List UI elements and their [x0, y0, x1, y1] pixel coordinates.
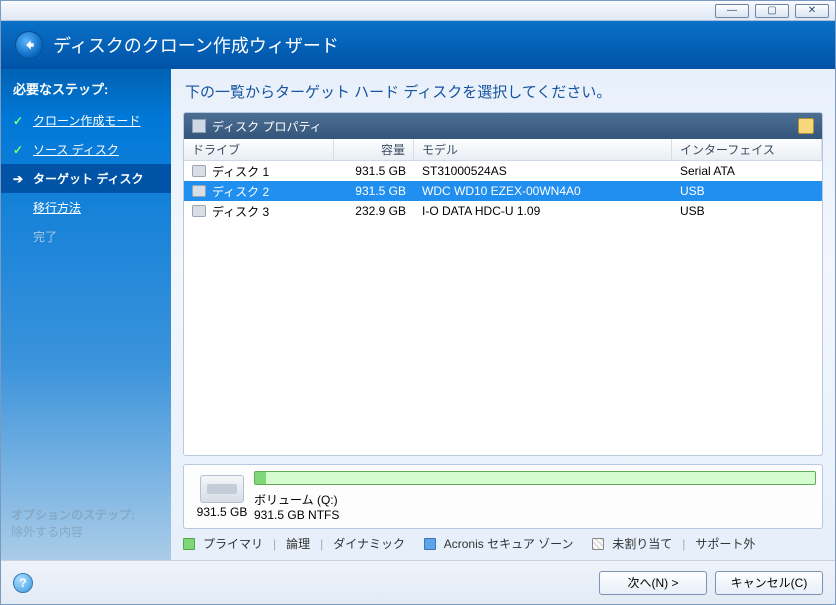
grid-header: ドライブ 容量 モデル インターフェイス: [184, 139, 822, 161]
col-model[interactable]: モデル: [414, 139, 672, 160]
header: ディスクのクローン作成ウィザード: [1, 21, 835, 69]
col-capacity[interactable]: 容量: [334, 139, 414, 160]
sidebar-title: 必要なステップ:: [1, 69, 171, 106]
cell-drive: ディスク 2: [212, 183, 269, 200]
properties-icon: [192, 119, 206, 133]
disk-properties-panel: ディスク プロパティ ドライブ 容量 モデル インターフェイス ディスク 1 9…: [183, 112, 823, 456]
optional-steps-item: 除外する内容: [11, 523, 161, 540]
legend-acronis-icon: [424, 538, 436, 550]
back-button[interactable]: [15, 31, 43, 59]
minimize-button[interactable]: —: [715, 4, 749, 18]
cell-capacity: 931.5 GB: [334, 161, 414, 181]
cancel-button[interactable]: キャンセル(C): [715, 571, 823, 595]
cell-drive: ディスク 3: [212, 203, 269, 220]
step-label: 完了: [33, 228, 57, 245]
legend-logical: 論理: [286, 535, 310, 552]
checkmark-icon: ✓: [13, 143, 27, 157]
legend-dynamic: ダイナミック: [333, 535, 405, 552]
partition-panel: 931.5 GB ボリューム (Q:) 931.5 GB NTFS: [183, 464, 823, 529]
cell-interface: USB: [672, 201, 822, 221]
cell-capacity: 232.9 GB: [334, 201, 414, 221]
cell-interface: Serial ATA: [672, 161, 822, 181]
table-row[interactable]: ディスク 1 931.5 GB ST31000524AS Serial ATA: [184, 161, 822, 181]
volume-detail: 931.5 GB NTFS: [254, 508, 816, 522]
volume-bar[interactable]: [254, 471, 816, 485]
sidebar: 必要なステップ: ✓ クローン作成モード ✓ ソース ディスク ➔ ターゲット …: [1, 69, 171, 560]
step-migration-method[interactable]: 移行方法: [1, 193, 171, 222]
help-button[interactable]: ?: [13, 573, 33, 593]
col-interface[interactable]: インターフェイス: [672, 139, 822, 160]
disk-icon: [192, 185, 206, 197]
main-content: 下の一覧からターゲット ハード ディスクを選択してください。 ディスク プロパテ…: [171, 69, 835, 560]
step-finish: 完了: [1, 222, 171, 251]
cell-model: ST31000524AS: [414, 161, 672, 181]
legend-primary: プライマリ: [203, 535, 263, 552]
col-drive[interactable]: ドライブ: [184, 139, 334, 160]
wizard-title: ディスクのクローン作成ウィザード: [53, 32, 339, 58]
maximize-button[interactable]: ▢: [755, 4, 789, 18]
optional-steps-title: オプションのステップ:: [11, 506, 161, 523]
disk-icon: [192, 205, 206, 217]
legend-unalloc-icon: [592, 538, 604, 550]
footer: ? 次へ(N) > キャンセル(C): [1, 560, 835, 604]
cell-model: WDC WD10 EZEX-00WN4A0: [414, 181, 672, 201]
step-label: クローン作成モード: [33, 112, 140, 129]
partition-disk-icon-area: 931.5 GB: [190, 475, 254, 519]
arrow-left-icon: [22, 38, 36, 52]
cell-model: I-O DATA HDC-U 1.09: [414, 201, 672, 221]
arrow-right-icon: ➔: [13, 172, 27, 186]
hard-disk-icon: [200, 475, 244, 503]
close-button[interactable]: ✕: [795, 4, 829, 18]
titlebar: — ▢ ✕: [1, 1, 835, 21]
table-row[interactable]: ディスク 3 232.9 GB I-O DATA HDC-U 1.09 USB: [184, 201, 822, 221]
legend-acronis: Acronis セキュア ゾーン: [444, 535, 574, 552]
next-button[interactable]: 次へ(N) >: [599, 571, 707, 595]
cell-drive: ディスク 1: [212, 163, 269, 180]
checkmark-icon: ✓: [13, 114, 27, 128]
disk-icon: [192, 165, 206, 177]
volume-label: ボリューム (Q:): [254, 491, 816, 508]
partition-total: 931.5 GB: [190, 505, 254, 519]
grid-body: ディスク 1 931.5 GB ST31000524AS Serial ATA …: [184, 161, 822, 455]
step-label: ターゲット ディスク: [33, 170, 144, 187]
panel-header: ディスク プロパティ: [184, 113, 822, 139]
step-label: 移行方法: [33, 199, 81, 216]
step-clone-mode[interactable]: ✓ クローン作成モード: [1, 106, 171, 135]
legend: プライマリ| 論理| ダイナミック Acronis セキュア ゾーン 未割り当て…: [183, 535, 823, 552]
legend-unalloc: 未割り当て: [612, 535, 672, 552]
step-target-disk[interactable]: ➔ ターゲット ディスク: [1, 164, 171, 193]
panel-badge-icon: [798, 118, 814, 134]
prompt-text: 下の一覧からターゲット ハード ディスクを選択してください。: [185, 81, 821, 102]
legend-primary-icon: [183, 538, 195, 550]
cell-interface: USB: [672, 181, 822, 201]
step-source-disk[interactable]: ✓ ソース ディスク: [1, 135, 171, 164]
cell-capacity: 931.5 GB: [334, 181, 414, 201]
sidebar-footer: オプションのステップ: 除外する内容: [1, 506, 171, 560]
panel-title: ディスク プロパティ: [212, 118, 322, 135]
legend-unsupported: サポート外: [695, 535, 755, 552]
step-label: ソース ディスク: [33, 141, 119, 158]
table-row[interactable]: ディスク 2 931.5 GB WDC WD10 EZEX-00WN4A0 US…: [184, 181, 822, 201]
